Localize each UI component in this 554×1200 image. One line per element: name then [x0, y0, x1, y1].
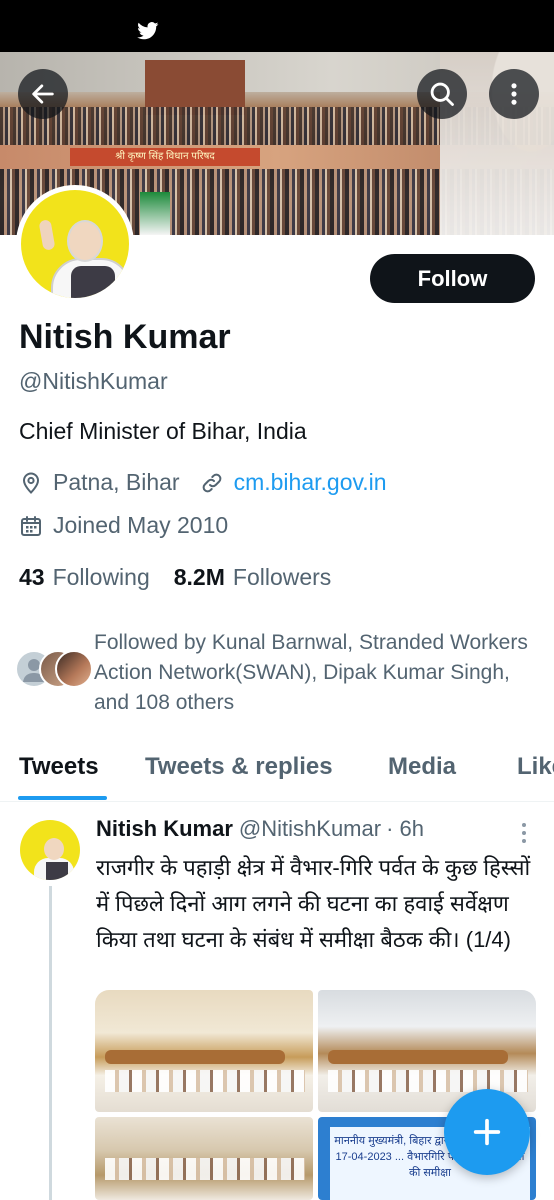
profile-avatar[interactable]	[16, 185, 134, 303]
calendar-icon	[21, 515, 41, 536]
back-button[interactable]	[18, 69, 68, 119]
twitter-bird-icon	[137, 22, 159, 40]
profile-website-link[interactable]: cm.bihar.gov.in	[234, 469, 387, 496]
more-vertical-icon	[511, 83, 517, 105]
plus-icon	[473, 1118, 501, 1146]
tab-tweets-replies[interactable]: Tweets & replies	[145, 753, 333, 781]
tab-media[interactable]: Media	[388, 753, 456, 781]
status-bar	[0, 0, 554, 52]
follow-counts: 43 Following 8.2M Followers	[19, 564, 331, 591]
profile-tabs: Tweets Tweets & replies Media Likes	[0, 740, 554, 802]
profile-name: Nitish Kumar	[19, 318, 231, 356]
tweet-more-button[interactable]	[515, 820, 533, 851]
image-people	[105, 1070, 305, 1092]
tweet-author-avatar[interactable]	[20, 820, 80, 880]
compose-tweet-button[interactable]	[444, 1089, 530, 1175]
search-icon	[430, 82, 454, 106]
avatar-head	[67, 220, 103, 262]
arrow-left-icon	[32, 84, 54, 104]
banner-sign: श्री कृष्ण सिंह विधान परिषद	[70, 148, 260, 166]
tweet-header: Nitish Kumar @NitishKumar · 6h	[96, 816, 424, 842]
avatar-head	[44, 838, 64, 860]
link-icon	[202, 473, 221, 492]
tweet-image[interactable]	[95, 990, 313, 1112]
location-pin-icon	[22, 471, 40, 494]
more-vertical-icon	[522, 823, 526, 843]
avatar-vest	[71, 266, 115, 298]
profile-bio: Chief Minister of Bihar, India	[19, 418, 307, 444]
active-tab-indicator	[18, 796, 107, 800]
tab-tweets[interactable]: Tweets	[19, 753, 99, 781]
follow-button[interactable]: Follow	[370, 254, 535, 303]
follower-avatar	[55, 650, 93, 688]
profile-handle: @NitishKumar	[19, 368, 168, 394]
image-meeting-table	[105, 1050, 285, 1064]
image-people	[328, 1070, 528, 1092]
followed-by-text[interactable]: Followed by Kunal Barnwal, Stranded Work…	[94, 628, 534, 718]
avatar-hand	[38, 219, 56, 251]
following-link[interactable]: 43 Following	[19, 564, 150, 591]
tweet-time: · 6h	[386, 816, 424, 841]
tweet-image[interactable]	[95, 1117, 313, 1200]
tab-likes[interactable]: Likes	[517, 753, 554, 781]
profile-joined: Joined May 2010	[53, 512, 229, 538]
profile-meta-location-website: Patna, Bihar cm.bihar.gov.in	[19, 469, 387, 496]
tweet-text: राजगीर के पहाड़ी क्षेत्र में वैभार-गिरि …	[96, 855, 531, 952]
banner-flag	[140, 192, 170, 235]
more-options-button[interactable]	[489, 69, 539, 119]
image-meeting-table	[328, 1050, 508, 1064]
tweet-author-handle[interactable]: @NitishKumar	[239, 816, 381, 842]
image-people	[105, 1158, 305, 1180]
avatar-vest	[46, 862, 68, 880]
profile-location: Patna, Bihar	[53, 469, 180, 495]
profile-meta-joined: Joined May 2010	[19, 512, 228, 539]
thread-line	[49, 886, 52, 1200]
tweet-author-name[interactable]: Nitish Kumar	[96, 816, 233, 842]
followed-by-avatars[interactable]	[15, 650, 95, 690]
followers-link[interactable]: 8.2M Followers	[174, 564, 332, 591]
search-button[interactable]	[417, 69, 467, 119]
